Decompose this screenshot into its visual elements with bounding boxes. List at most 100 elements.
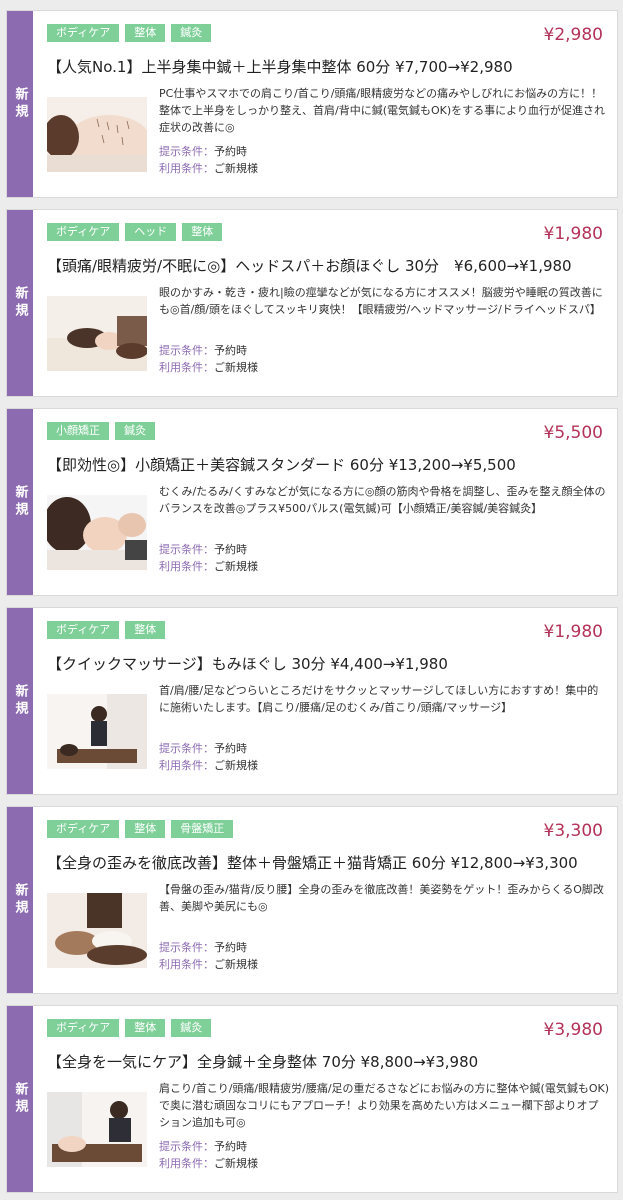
use-condition-label: 利用条件： [159, 759, 214, 772]
coupon-conditions: 提示条件：予約時 利用条件：ご新規様 [159, 143, 258, 177]
present-condition-row: 提示条件：予約時 [159, 740, 258, 757]
facial-correction-photo [47, 495, 147, 570]
present-condition-value: 予約時 [214, 145, 247, 158]
coupon-price: ¥1,980 [543, 224, 603, 244]
coupon-price: ¥1,980 [543, 622, 603, 642]
use-condition-label: 利用条件： [159, 1157, 214, 1170]
coupon-description: 眼のかすみ・乾き・疲れ|瞼の痙攣などが気になる方にオススメ！脳疲労や睡眠の質改善… [159, 286, 603, 316]
coupon-card-3[interactable]: 新規 小顔矯正 鍼灸 ¥5,500 【即効性◎】小顔矯正＋美容鍼スタンダード 60… [6, 408, 618, 596]
coupon-description: 首/肩/腰/足などつらいところだけをサクッとマッサージしてほしい方におすすめ！集… [159, 684, 599, 714]
use-condition-value: ご新規様 [214, 759, 258, 772]
category-tag: ボディケア [47, 1019, 120, 1037]
category-tags: ボディケア 整体 鍼灸 [47, 24, 212, 42]
category-tag: ボディケア [47, 621, 120, 639]
new-customer-badge: 新規 [7, 409, 33, 595]
present-condition-value: 予約時 [214, 344, 247, 357]
present-condition-label: 提示条件： [159, 543, 214, 556]
coupon-conditions: 提示条件：予約時 利用条件：ご新規様 [159, 740, 258, 774]
category-tag: 整体 [125, 820, 166, 838]
coupon-title[interactable]: 【全身を一気にケア】全身鍼＋全身整体 70分 ¥8,800→¥3,980 [47, 1051, 607, 1072]
use-condition-value: ご新規様 [214, 1157, 258, 1170]
use-condition-row: 利用条件：ご新規様 [159, 558, 258, 575]
present-condition-label: 提示条件： [159, 1140, 214, 1153]
coupon-description: 肩こり/首こり/頭痛/眼精疲労/腰痛/足の重だるさなどにお悩みの方に整体や鍼(電… [159, 1082, 609, 1129]
category-tag: ボディケア [47, 820, 120, 838]
pelvis-correction-photo [47, 893, 147, 968]
category-tag: ボディケア [47, 24, 120, 42]
coupon-price: ¥2,980 [543, 25, 603, 45]
use-condition-row: 利用条件：ご新規様 [159, 359, 258, 376]
category-tag: ボディケア [47, 223, 120, 241]
use-condition-row: 利用条件：ご新規様 [159, 1155, 258, 1172]
present-condition-label: 提示条件： [159, 941, 214, 954]
category-tags: 小顔矯正 鍼灸 [47, 422, 155, 440]
use-condition-label: 利用条件： [159, 162, 214, 175]
category-tags: ボディケア 整体 骨盤矯正 [47, 820, 234, 838]
use-condition-label: 利用条件： [159, 361, 214, 374]
category-tags: ボディケア ヘッド 整体 [47, 223, 223, 241]
coupon-title[interactable]: 【頭痛/眼精疲労/不眠に◎】ヘッドスパ＋お顔ほぐし 30分 ¥6,600→¥1,… [47, 255, 607, 276]
new-customer-badge: 新規 [7, 807, 33, 993]
coupon-title[interactable]: 【クイックマッサージ】もみほぐし 30分 ¥4,400→¥1,980 [47, 653, 607, 674]
use-condition-row: 利用条件：ご新規様 [159, 956, 258, 973]
full-body-treatment-photo [47, 1092, 147, 1167]
massage-photo [47, 694, 147, 769]
coupon-description: 【骨盤の歪み/猫背/反り腰】全身の歪みを徹底改善！美姿勢をゲット！歪みからくるO… [159, 883, 604, 913]
coupon-title[interactable]: 【即効性◎】小顔矯正＋美容鍼スタンダード 60分 ¥13,200→¥5,500 [47, 454, 607, 475]
use-condition-row: 利用条件：ご新規様 [159, 160, 258, 177]
coupon-conditions: 提示条件：予約時 利用条件：ご新規様 [159, 1138, 258, 1172]
present-condition-row: 提示条件：予約時 [159, 1138, 258, 1155]
category-tag: 整体 [125, 1019, 166, 1037]
present-condition-value: 予約時 [214, 1140, 247, 1153]
new-customer-badge: 新規 [7, 11, 33, 197]
present-condition-value: 予約時 [214, 543, 247, 556]
acupuncture-back-photo [47, 97, 147, 172]
coupon-card-6[interactable]: 新規 ボディケア 整体 鍼灸 ¥3,980 【全身を一気にケア】全身鍼＋全身整体 7… [6, 1005, 618, 1193]
coupon-price: ¥5,500 [543, 423, 603, 443]
coupon-description: むくみ/たるみ/くすみなどが気になる方に◎顔の筋肉や骨格を調整し、歪みを整え顔全… [159, 485, 606, 515]
coupon-conditions: 提示条件：予約時 利用条件：ご新規様 [159, 939, 258, 973]
use-condition-label: 利用条件： [159, 958, 214, 971]
present-condition-value: 予約時 [214, 941, 247, 954]
new-customer-badge: 新規 [7, 1006, 33, 1192]
present-condition-row: 提示条件：予約時 [159, 143, 258, 160]
category-tag: 鍼灸 [171, 1019, 212, 1037]
present-condition-label: 提示条件： [159, 145, 214, 158]
category-tag: 鍼灸 [171, 24, 212, 42]
coupon-description: PC仕事やスマホでの肩こり/首こり/頭痛/眼精疲労などの痛みやしびれにお悩みの方… [159, 87, 605, 134]
category-tag: 整体 [125, 621, 166, 639]
category-tags: ボディケア 整体 鍼灸 [47, 1019, 212, 1037]
present-condition-row: 提示条件：予約時 [159, 939, 258, 956]
use-condition-row: 利用条件：ご新規様 [159, 757, 258, 774]
use-condition-value: ご新規様 [214, 958, 258, 971]
coupon-title[interactable]: 【人気No.1】上半身集中鍼＋上半身集中整体 60分 ¥7,700→¥2,980 [47, 56, 607, 77]
coupon-title[interactable]: 【全身の歪みを徹底改善】整体＋骨盤矯正＋猫背矯正 60分 ¥12,800→¥3,… [47, 852, 607, 873]
category-tag: ヘッド [125, 223, 177, 241]
category-tag: 整体 [182, 223, 223, 241]
category-tag: 骨盤矯正 [171, 820, 234, 838]
coupon-card-1[interactable]: 新規 ボディケア 整体 鍼灸 ¥2,980 【人気No.1】上半身集中鍼＋上半身集中… [6, 10, 618, 198]
present-condition-label: 提示条件： [159, 344, 214, 357]
new-customer-badge: 新規 [7, 608, 33, 794]
category-tag: 鍼灸 [115, 422, 155, 440]
category-tag: 整体 [125, 24, 166, 42]
category-tags: ボディケア 整体 [47, 621, 166, 639]
new-customer-badge: 新規 [7, 210, 33, 396]
coupon-price: ¥3,300 [543, 821, 603, 841]
present-condition-value: 予約時 [214, 742, 247, 755]
present-condition-row: 提示条件：予約時 [159, 541, 258, 558]
present-condition-label: 提示条件： [159, 742, 214, 755]
category-tag: 小顔矯正 [47, 422, 109, 440]
coupon-price: ¥3,980 [543, 1020, 603, 1040]
head-spa-photo [47, 296, 147, 371]
present-condition-row: 提示条件：予約時 [159, 342, 258, 359]
use-condition-value: ご新規様 [214, 162, 258, 175]
coupon-card-4[interactable]: 新規 ボディケア 整体 ¥1,980 【クイックマッサージ】もみほぐし 30分 ¥… [6, 607, 618, 795]
coupon-card-2[interactable]: 新規 ボディケア ヘッド 整体 ¥1,980 【頭痛/眼精疲労/不眠に◎】ヘッドスパ… [6, 209, 618, 397]
use-condition-value: ご新規様 [214, 361, 258, 374]
coupon-conditions: 提示条件：予約時 利用条件：ご新規様 [159, 541, 258, 575]
coupon-conditions: 提示条件：予約時 利用条件：ご新規様 [159, 342, 258, 376]
coupon-card-5[interactable]: 新規 ボディケア 整体 骨盤矯正 ¥3,300 【全身の歪みを徹底改善】整体＋骨盤矯… [6, 806, 618, 994]
use-condition-label: 利用条件： [159, 560, 214, 573]
use-condition-value: ご新規様 [214, 560, 258, 573]
